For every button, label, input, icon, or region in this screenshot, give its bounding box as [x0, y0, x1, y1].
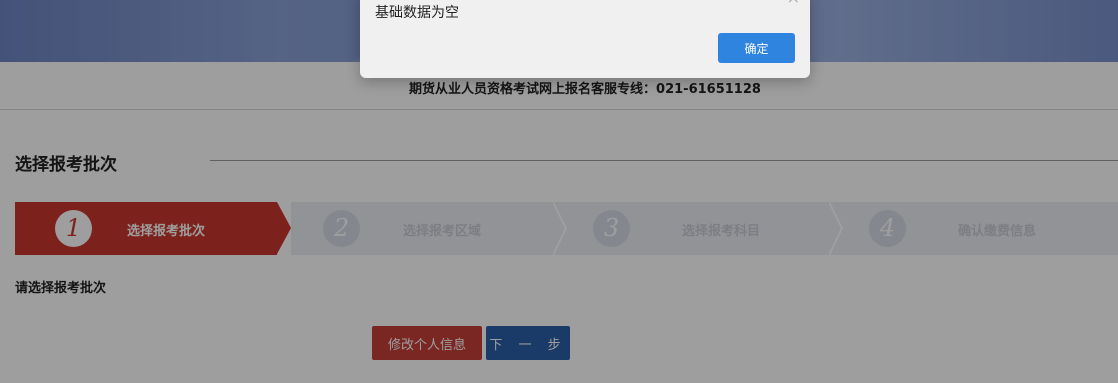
dialog-ok-button[interactable]: 确定	[718, 33, 795, 63]
alert-dialog: 基础数据为空 × 确定	[360, 0, 810, 78]
dialog-message: 基础数据为空	[375, 5, 459, 21]
close-icon[interactable]: ×	[787, 0, 800, 6]
